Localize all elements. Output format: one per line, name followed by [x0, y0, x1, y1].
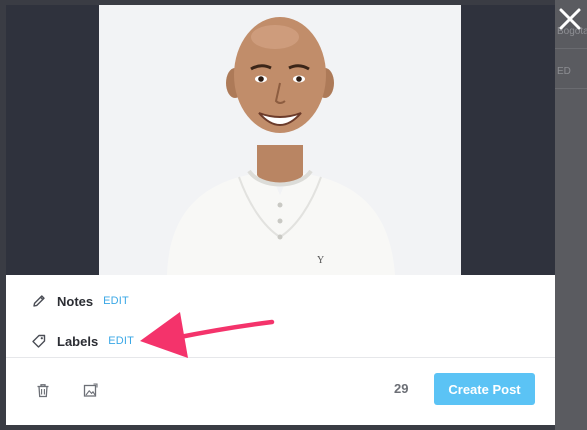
labels-label: Labels — [57, 333, 99, 349]
notes-row: Notes EDIT — [30, 291, 129, 311]
character-count: 29 — [394, 381, 409, 396]
background-divider — [555, 88, 587, 89]
photo-area: Y — [6, 5, 555, 275]
portrait-photo: Y — [99, 5, 461, 275]
image-edit-icon[interactable] — [81, 381, 99, 399]
notes-label: Notes — [57, 293, 94, 309]
background-app: Bogota ED — [555, 0, 587, 430]
background-text: ED — [557, 66, 571, 77]
close-icon[interactable] — [557, 6, 583, 32]
svg-text:Y: Y — [317, 255, 324, 266]
labels-row: Labels EDIT — [30, 331, 134, 351]
background-divider — [555, 48, 587, 49]
pencil-icon — [30, 292, 48, 310]
tag-icon — [30, 332, 48, 350]
create-post-button[interactable]: Create Post — [434, 373, 535, 405]
notes-edit-link[interactable]: EDIT — [103, 295, 129, 307]
footer-divider — [6, 357, 555, 358]
trash-icon[interactable] — [34, 381, 52, 399]
post-preview-modal: Y Notes EDIT Labels EDIT 29 Create Post — [6, 5, 555, 425]
portrait-illustration: Y — [167, 17, 395, 275]
labels-edit-link[interactable]: EDIT — [108, 335, 134, 347]
